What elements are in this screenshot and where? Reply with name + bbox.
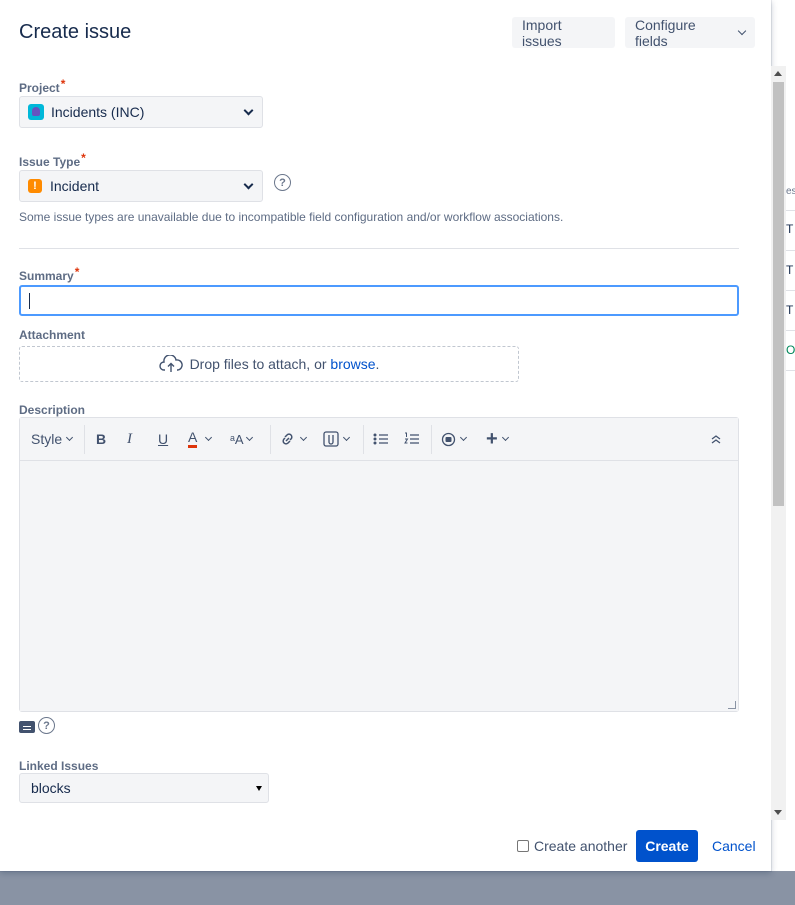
toolbar-separator xyxy=(363,425,364,454)
link-dropdown[interactable] xyxy=(279,429,308,449)
project-label-text: Project xyxy=(19,81,60,95)
issue-type-select-value: Incident xyxy=(50,178,100,194)
help-icon[interactable]: ? xyxy=(38,717,55,734)
numbered-list-button[interactable] xyxy=(404,429,420,449)
create-another-checkbox[interactable]: Create another xyxy=(517,838,627,854)
chevron-down-icon xyxy=(245,433,253,442)
dropzone-period: . xyxy=(375,356,380,372)
summary-label: Summary* xyxy=(19,265,79,283)
attachment-label: Attachment xyxy=(19,328,86,342)
chevron-down-icon xyxy=(66,433,74,442)
toolbar-separator xyxy=(431,425,432,454)
emoticon-dropdown[interactable] xyxy=(441,429,468,449)
description-textarea[interactable] xyxy=(20,462,738,711)
background-fragment: T xyxy=(786,222,794,236)
create-issue-dialog: Create issue Import issues Configure fie… xyxy=(0,0,786,871)
dialog-scrollbar[interactable] xyxy=(771,66,786,820)
paperclip-icon xyxy=(323,431,339,447)
project-label: Project* xyxy=(19,77,65,95)
divider xyxy=(19,248,739,249)
project-select[interactable]: Incidents (INC) xyxy=(19,96,263,128)
double-chevron-up-icon xyxy=(711,435,721,444)
resize-handle-icon[interactable] xyxy=(728,701,736,709)
create-another-label: Create another xyxy=(534,838,628,854)
project-select-value: Incidents (INC) xyxy=(51,104,145,120)
collapse-toolbar-button[interactable] xyxy=(710,429,722,449)
summary-label-text: Summary xyxy=(19,269,74,283)
configure-fields-button[interactable]: Configure fields xyxy=(625,16,755,49)
dialog-title: Create issue xyxy=(19,21,132,43)
editor-mode-toggle-icon[interactable] xyxy=(19,721,35,733)
background-fragment: T xyxy=(786,303,794,317)
underline-button[interactable]: U xyxy=(158,429,168,449)
dropzone-text: Drop files to attach, or xyxy=(189,356,331,372)
chevron-down-icon xyxy=(342,433,351,442)
required-asterisk: * xyxy=(74,265,80,279)
link-icon xyxy=(282,433,293,445)
chevron-down-icon xyxy=(737,26,747,36)
bullet-list-button[interactable] xyxy=(373,429,389,449)
more-formatting-icon: ᵃA xyxy=(230,431,244,447)
text-caret xyxy=(29,293,30,309)
linked-issues-label: Linked Issues xyxy=(19,759,99,773)
summary-input[interactable] xyxy=(19,285,739,316)
required-asterisk: * xyxy=(60,77,66,91)
dropdown-arrow-icon xyxy=(256,786,262,791)
insert-more-dropdown[interactable]: + xyxy=(486,427,509,450)
style-dropdown-label: Style xyxy=(31,431,63,447)
bold-button[interactable]: B xyxy=(96,429,106,449)
issue-type-note: Some issue types are unavailable due to … xyxy=(19,210,564,224)
emoticon-icon xyxy=(441,432,456,446)
editor-toolbar: Style B I U A ᵃA + xyxy=(20,418,738,461)
attachment-dropzone[interactable]: Drop files to attach, or browse. xyxy=(19,346,519,382)
configure-fields-label: Configure fields xyxy=(635,16,696,49)
background-fragment: es xyxy=(786,186,795,197)
italic-button[interactable]: I xyxy=(127,429,132,449)
style-dropdown[interactable]: Style xyxy=(31,429,74,449)
toolbar-separator xyxy=(84,425,85,454)
more-formatting-dropdown[interactable]: ᵃA xyxy=(230,429,253,449)
scroll-up-icon[interactable] xyxy=(774,71,782,76)
browse-link[interactable]: browse xyxy=(330,356,375,372)
chevron-down-icon xyxy=(299,433,308,442)
chevron-down-icon xyxy=(501,433,509,442)
attachment-dropdown[interactable] xyxy=(323,429,351,449)
issue-type-label-text: Issue Type xyxy=(19,155,81,169)
bullet-list-icon xyxy=(373,433,388,445)
scrollbar-thumb[interactable] xyxy=(773,82,784,506)
toolbar-separator xyxy=(270,425,271,454)
issue-type-select[interactable]: ! Incident xyxy=(19,170,263,202)
dialog-footer: Create another Create Cancel xyxy=(0,820,771,871)
description-label: Description xyxy=(19,403,86,417)
background-fragment: O xyxy=(786,343,795,357)
linked-issues-select-value: blocks xyxy=(31,780,71,796)
help-icon[interactable]: ? xyxy=(274,174,291,191)
cancel-link[interactable]: Cancel xyxy=(712,838,756,854)
plus-icon: + xyxy=(486,427,498,450)
chevron-down-icon xyxy=(243,105,254,116)
scroll-down-icon[interactable] xyxy=(774,810,782,815)
chevron-down-icon xyxy=(459,433,468,442)
create-button[interactable]: Create xyxy=(636,830,698,862)
text-color-icon: A xyxy=(188,430,198,448)
import-issues-button[interactable]: Import issues xyxy=(512,17,615,49)
linked-issues-select[interactable]: blocks xyxy=(19,773,269,803)
required-asterisk: * xyxy=(81,151,86,165)
incident-type-icon: ! xyxy=(28,179,42,193)
project-avatar-icon xyxy=(28,104,44,120)
numbered-list-icon xyxy=(404,432,419,444)
dialog-header: Create issue Import issues Configure fie… xyxy=(0,0,771,66)
background-fragment: T xyxy=(786,263,794,277)
cloud-upload-icon xyxy=(158,355,183,372)
checkbox-box[interactable] xyxy=(517,840,529,852)
description-editor: Style B I U A ᵃA + xyxy=(19,417,739,712)
chevron-down-icon xyxy=(243,179,254,190)
chevron-down-icon xyxy=(205,433,213,442)
issue-type-label: Issue Type* xyxy=(19,151,86,169)
text-color-dropdown[interactable]: A xyxy=(188,429,213,449)
